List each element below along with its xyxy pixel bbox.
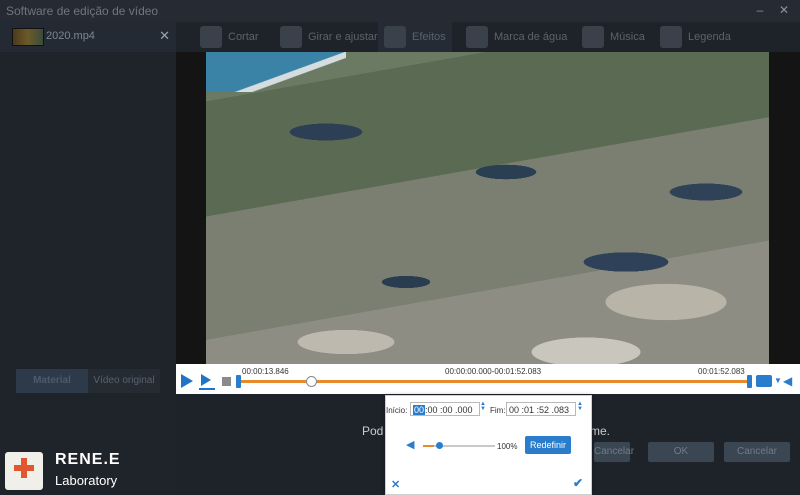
start-hour-selected: 00 [413,405,426,415]
cancel-button[interactable]: Cancelar [724,442,790,462]
end-handle[interactable] [747,375,752,388]
music-icon [582,26,604,48]
tab-label: Efeitos [412,31,446,43]
close-button[interactable]: ✕ [776,2,792,18]
crop-icon [280,26,302,48]
file-name: 2020.mp4 [46,30,95,42]
volume-percent: 100% [497,442,518,451]
hint-text: Pod [362,424,384,438]
end-stepper[interactable]: ▲ ▼ [577,401,583,412]
volume-icon[interactable]: ◀ [406,438,414,451]
logo-line1: RENE.E [55,451,121,468]
left-button[interactable]: Cancelar [594,442,634,462]
logo: RENE.E Laboratory [0,445,150,495]
play-from-start-base [199,388,215,390]
window-title: Software de edição de vídeo [6,4,159,18]
effects-icon [384,26,406,48]
tab-label: Cortar [228,31,259,43]
tab-watermark[interactable]: Marca de água [466,22,567,52]
camera-icon[interactable] [756,375,772,387]
end-time: 00:01:52.083 [698,367,745,376]
volume-fill [423,445,434,447]
video-frame [206,52,769,364]
playhead[interactable] [306,376,317,387]
subtitle-icon [660,26,682,48]
tab-effects[interactable]: Efeitos [378,22,452,52]
sidebar-tabs: Material Vídeo original [16,369,160,393]
down-arrow-icon[interactable]: ▼ [577,406,583,412]
toolbar: Cortar Girar e ajustar Efeitos Marca de … [176,22,800,52]
minimize-button[interactable]: – [752,2,768,18]
play-icon[interactable] [181,374,193,388]
end-label: Fim: [490,406,506,415]
tab-label: Música [610,31,645,43]
start-label: Início: [386,406,408,415]
timeline-bar: 00:00:13.846 00:00:00.000-00:01:52.083 0… [176,364,800,394]
ok-button[interactable]: OK [648,442,714,462]
down-arrow-icon[interactable]: ▼ [480,406,486,412]
logo-cross-icon [14,458,34,478]
tab-original-video[interactable]: Vídeo original [88,369,160,393]
volume-knob[interactable] [436,442,443,449]
tab-cut[interactable]: Cortar [200,22,259,52]
start-handle[interactable] [236,375,241,388]
title-bar: Software de edição de vídeo – ✕ [0,0,800,22]
video-thumbnail [12,28,44,46]
tab-rotate-adjust[interactable]: Girar e ajustar [280,22,378,52]
tab-subtitle[interactable]: Legenda [660,22,731,52]
start-stepper[interactable]: ▲ ▼ [480,401,486,412]
hint-text-end: me. [590,424,611,438]
time-range: 00:00:00.000-00:01:52.083 [445,367,542,376]
tab-label: Legenda [688,31,731,43]
stop-icon[interactable] [222,377,231,386]
start-time-rest: :00 :00 .000 [425,405,473,415]
effects-popup: Início: 00:00 :00 .000 ▲ ▼ Fim: 00 :01 :… [385,395,592,495]
check-icon[interactable]: ✔ [573,476,583,490]
close-icon[interactable]: ✕ [159,28,170,44]
end-time-field[interactable]: 00 :01 :52 .083 [506,402,576,416]
start-time: 00:00:13.846 [242,367,289,376]
logo-line2: Laboratory [55,473,118,488]
file-item[interactable]: 2020.mp4 ✕ [0,22,176,52]
video-scene [206,52,346,92]
close-icon[interactable]: ✕ [391,478,400,491]
volume-slider[interactable] [423,445,495,447]
volume-icon[interactable]: ◀ [783,374,792,388]
play-from-start-icon[interactable] [201,374,211,386]
watermark-icon [466,26,488,48]
scissors-icon [200,26,222,48]
reset-button[interactable]: Redefinir [525,436,571,454]
tab-label: Marca de água [494,31,568,43]
tab-music[interactable]: Música [582,22,645,52]
sidebar: 2020.mp4 ✕ Material Vídeo original [0,22,176,495]
tab-material[interactable]: Material [16,369,88,393]
start-time-field[interactable]: 00:00 :00 .000 [410,402,480,416]
tab-label: Girar e ajustar [308,31,378,43]
chevron-down-icon[interactable]: ▼ [774,376,782,385]
video-preview-area [176,52,800,364]
